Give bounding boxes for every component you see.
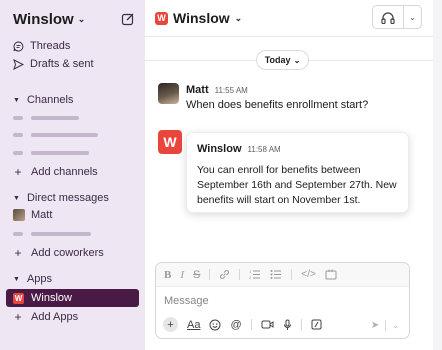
caret-down-icon: ▼ — [13, 96, 20, 104]
italic-icon[interactable]: I — [180, 269, 184, 281]
formatting-toolbar: B I S 12 </> — [156, 263, 409, 287]
message-timestamp[interactable]: 11:55 AM — [215, 86, 248, 95]
avatar — [13, 209, 25, 221]
message-composer: B I S 12 </> Message + Aa @ ➤ ⌄ — [155, 262, 410, 339]
svg-text:1: 1 — [249, 269, 252, 274]
toolbar-divider — [291, 269, 293, 280]
ordered-list-icon[interactable]: 12 — [249, 269, 261, 280]
message-timestamp[interactable]: 11:58 AM — [248, 145, 281, 154]
dm-placeholder[interactable] — [31, 232, 91, 236]
section-label: Apps — [26, 273, 53, 285]
sidebar-item-winslow-app[interactable]: W Winslow — [6, 289, 139, 307]
chevron-down-icon[interactable]: ⌄ — [404, 13, 421, 22]
plus-icon: + — [14, 165, 22, 179]
page-title: Winslow — [173, 10, 230, 26]
section-label: Channels — [26, 94, 74, 106]
huddle-button[interactable]: ⌄ — [372, 5, 422, 29]
dm-placeholder-dot — [13, 232, 23, 236]
video-icon[interactable] — [261, 319, 274, 330]
send-controls: ➤ ⌄ — [371, 320, 399, 331]
toolbar-divider — [300, 319, 302, 330]
message-text: When does benefits enrollment start? — [186, 99, 369, 111]
workspace-header: Winslow ⌄ — [13, 10, 135, 28]
add-coworkers-label: Add coworkers — [31, 247, 104, 259]
sidebar-item-threads[interactable]: Threads — [13, 40, 70, 52]
toolbar-divider — [385, 320, 387, 331]
chevron-down-icon[interactable]: ⌄ — [392, 321, 399, 330]
dm-section-header[interactable]: ▼ Direct messages — [13, 192, 109, 204]
channel-placeholder[interactable] — [31, 116, 79, 120]
channel-placeholder-dot — [13, 116, 23, 120]
message-author[interactable]: Winslow — [197, 143, 242, 155]
date-divider-label: Today — [264, 55, 291, 65]
message-header: Matt 11:55 AM — [186, 84, 248, 96]
composer-tools: + Aa @ — [163, 317, 322, 332]
emoji-icon[interactable] — [209, 319, 221, 331]
threads-icon — [13, 40, 24, 51]
bulleted-list-icon[interactable] — [270, 269, 282, 280]
app-window: Winslow ⌄ Threads Drafts & sent ▼ Channe… — [0, 0, 442, 350]
main-pane: W Winslow ⌄ ⌄ Today ⌄ Matt 11:55 AM When… — [145, 0, 433, 350]
plus-icon: + — [14, 310, 22, 324]
plus-icon: + — [14, 246, 22, 260]
bot-reply-card: Winslow 11:58 AM You can enroll for bene… — [186, 132, 409, 213]
add-coworkers-button[interactable]: + Add coworkers — [13, 246, 104, 260]
message-author[interactable]: Matt — [186, 84, 209, 96]
code-block-icon[interactable] — [325, 269, 337, 280]
caret-down-icon: ▼ — [13, 275, 20, 283]
message-input[interactable]: Message — [164, 295, 209, 307]
svg-text:2: 2 — [249, 275, 252, 280]
shortcuts-icon[interactable] — [311, 319, 322, 330]
message-text: You can enroll for benefits between Sept… — [197, 164, 397, 206]
sidebar: Winslow ⌄ Threads Drafts & sent ▼ Channe… — [0, 0, 145, 350]
channel-placeholder[interactable] — [31, 133, 98, 137]
link-icon[interactable] — [219, 269, 230, 280]
code-icon[interactable]: </> — [301, 269, 315, 280]
toolbar-divider — [250, 319, 252, 330]
microphone-icon[interactable] — [283, 319, 292, 331]
compose-icon[interactable] — [121, 12, 135, 26]
add-channels-label: Add channels — [31, 166, 98, 178]
date-divider-button[interactable]: Today ⌄ — [256, 50, 309, 70]
workspace-switcher[interactable]: Winslow ⌄ — [13, 11, 85, 28]
send-icon[interactable]: ➤ — [371, 320, 379, 331]
channel-header: W Winslow ⌄ ⌄ — [145, 0, 433, 37]
mention-icon[interactable]: @ — [230, 319, 241, 331]
apps-section-header[interactable]: ▼ Apps — [13, 273, 52, 285]
add-apps-label: Add Apps — [31, 311, 79, 323]
channel-placeholder-dot — [13, 133, 23, 137]
avatar[interactable] — [158, 83, 179, 104]
sidebar-item-drafts[interactable]: Drafts & sent — [13, 58, 94, 70]
toolbar-divider — [239, 269, 241, 280]
winslow-logo-icon: W — [155, 11, 168, 25]
bold-icon[interactable]: B — [164, 269, 171, 281]
channel-title-button[interactable]: W Winslow ⌄ — [155, 10, 242, 26]
winslow-logo-icon[interactable]: W — [158, 130, 182, 154]
add-apps-button[interactable]: + Add Apps — [13, 310, 78, 324]
add-channels-button[interactable]: + Add channels — [13, 165, 98, 179]
winslow-logo-icon: W — [13, 292, 24, 304]
chevron-down-icon: ⌄ — [77, 13, 86, 24]
send-icon — [13, 58, 24, 70]
text-format-icon[interactable]: Aa — [187, 319, 200, 331]
message-header: Winslow 11:58 AM — [197, 143, 281, 155]
strikethrough-icon[interactable]: S — [193, 269, 200, 281]
headphones-icon[interactable] — [373, 6, 404, 28]
sidebar-item-label: Threads — [30, 40, 71, 52]
channel-placeholder-dot — [13, 151, 23, 155]
channel-placeholder[interactable] — [31, 151, 89, 155]
chevron-down-icon: ⌄ — [234, 12, 243, 23]
sidebar-item-dm-matt[interactable]: Matt — [13, 209, 52, 221]
sidebar-item-label: Winslow — [31, 292, 72, 304]
sidebar-item-label: Matt — [31, 209, 53, 221]
plus-icon[interactable]: + — [163, 317, 178, 332]
section-label: Direct messages — [26, 192, 109, 204]
caret-down-icon: ▼ — [13, 194, 20, 202]
chevron-down-icon: ⌄ — [293, 55, 301, 65]
channels-section-header[interactable]: ▼ Channels — [13, 94, 73, 106]
workspace-name: Winslow — [13, 10, 74, 28]
sidebar-item-label: Drafts & sent — [30, 58, 94, 70]
toolbar-divider — [209, 269, 211, 280]
